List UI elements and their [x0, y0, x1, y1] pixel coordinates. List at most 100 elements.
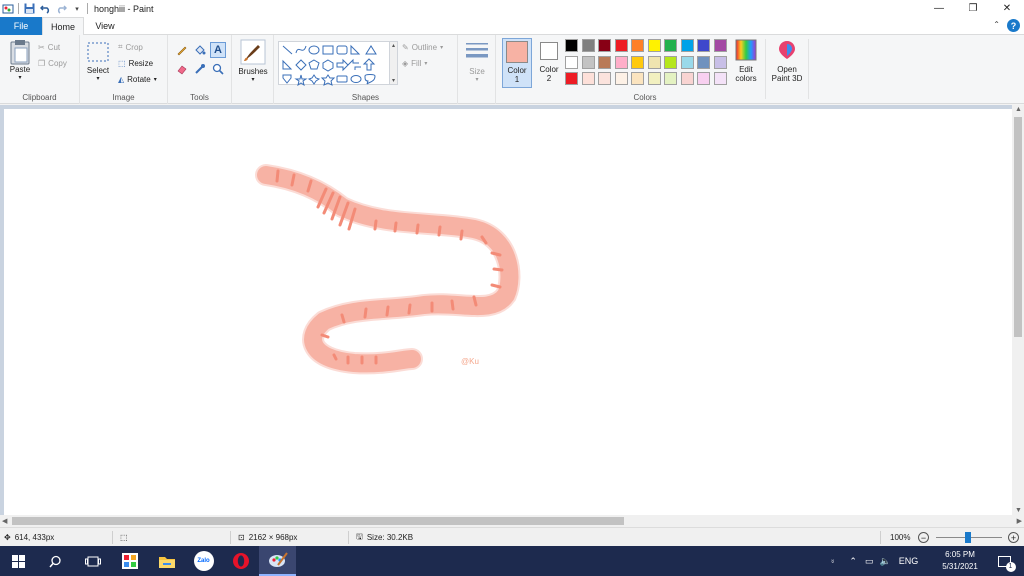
color-picker-icon[interactable] — [194, 63, 206, 75]
paste-button[interactable]: Paste ▾ — [6, 39, 34, 81]
customize-qa-icon[interactable]: ▾ — [71, 3, 83, 15]
color1-number: 1 — [514, 75, 520, 84]
canvas-workspace: @Ku — [0, 105, 1012, 515]
disk-icon: 🖫 — [356, 531, 363, 541]
restore-button[interactable]: ❐ — [956, 0, 990, 17]
worm-segment — [275, 169, 280, 183]
tab-file[interactable]: File — [0, 17, 42, 35]
horizontal-scrollbar[interactable]: ◀ ▶ — [0, 515, 1024, 527]
status-separator — [348, 531, 349, 544]
resize-label: Resize — [128, 58, 154, 68]
brushes-button[interactable]: Brushes ▾ — [234, 39, 272, 83]
color1-label: Color — [507, 66, 527, 75]
zoom-out-button[interactable]: − — [918, 528, 929, 547]
help-icon[interactable]: ? — [1007, 19, 1020, 32]
worm-outline — [255, 164, 521, 375]
taskbar-file-explorer[interactable] — [148, 546, 185, 576]
show-hidden-icons[interactable]: ⌃ — [849, 556, 857, 567]
group-label: Clipboard — [22, 93, 57, 102]
notification-count: 1 — [1005, 561, 1016, 572]
fill-button[interactable]: ◈ Fill ▾ — [402, 56, 427, 70]
zoom-in-icon: + — [1008, 532, 1019, 543]
dimensions-icon: ⊡ — [238, 533, 245, 542]
scroll-left-icon[interactable]: ◀ — [2, 517, 7, 525]
action-center-button[interactable]: 1 — [987, 546, 1021, 576]
outline-button[interactable]: ✎ Outline ▾ — [402, 40, 443, 54]
select-button[interactable]: Select ▾ — [84, 41, 112, 82]
taskbar-zalo[interactable]: Zalo — [185, 546, 222, 576]
crop-button[interactable]: ⌗ Crop — [118, 40, 143, 54]
brush-icon — [240, 39, 266, 65]
title-bar: ▾ honghiii - Paint — ❐ ✕ — [0, 0, 1024, 17]
scroll-down-icon[interactable]: ▼ — [1015, 507, 1022, 514]
text-tool-icon[interactable]: A — [210, 42, 226, 58]
scroll-right-icon[interactable]: ▶ — [1017, 517, 1022, 525]
select-label: Select — [86, 66, 110, 75]
paint-icon — [268, 552, 288, 567]
battery-icon[interactable]: ▭ — [865, 556, 874, 567]
edit-colors-button[interactable]: Edit colors — [728, 39, 764, 83]
zoom-in-button[interactable]: + — [1008, 528, 1019, 547]
brushes-label: Brushes — [238, 67, 268, 76]
taskbar-paint[interactable] — [259, 546, 296, 576]
signature-text: @Ku — [461, 357, 479, 366]
line-size-icon — [466, 43, 488, 58]
resize-button[interactable]: ⬚ Resize — [118, 56, 153, 70]
worm-segment — [450, 299, 455, 311]
eraser-icon[interactable] — [176, 63, 188, 75]
clock-date: 5/31/2021 — [942, 562, 978, 571]
qa-separator — [18, 3, 19, 14]
taskbar-app-grid[interactable] — [111, 546, 148, 576]
people-icon[interactable]: ⍤ — [830, 556, 835, 567]
copy-button[interactable]: ❐ Copy — [38, 56, 67, 70]
start-button[interactable] — [0, 546, 37, 576]
fill-bucket-icon[interactable] — [194, 44, 206, 56]
tab-view[interactable]: View — [86, 17, 124, 35]
task-view-button[interactable] — [74, 546, 111, 576]
language-indicator[interactable]: ENG — [899, 556, 919, 566]
volume-icon[interactable]: 🔈 — [879, 556, 890, 567]
cut-button[interactable]: ✂ Cut — [38, 40, 60, 54]
close-button[interactable]: ✕ — [990, 0, 1024, 17]
paint3d-icon — [779, 41, 795, 59]
tab-home[interactable]: Home — [42, 17, 84, 36]
zoom-slider-thumb[interactable] — [965, 532, 971, 543]
redo-icon[interactable] — [55, 3, 67, 15]
search-button[interactable] — [37, 546, 74, 576]
open-paint3d-button[interactable]: Open Paint 3D — [768, 39, 806, 83]
zalo-logo-text: Zalo — [197, 558, 210, 564]
magnifier-icon[interactable] — [212, 63, 224, 75]
taskbar-opera[interactable] — [222, 546, 259, 576]
selection-size: ⬚ — [120, 528, 128, 547]
divider — [765, 39, 766, 99]
scissors-icon: ✂ — [38, 42, 45, 52]
ribbon-tabs: File Home View ⌃ ? — [0, 17, 1024, 36]
size-button[interactable]: Size ▾ — [462, 39, 492, 83]
shapes-scroll[interactable]: ▴ ▾ — [390, 41, 398, 85]
vertical-scrollbar[interactable]: ▲ ▼ — [1012, 105, 1024, 515]
color2-button[interactable]: Color 2 — [536, 38, 562, 88]
pencil-icon[interactable] — [176, 44, 188, 56]
vertical-scroll-thumb[interactable] — [1014, 117, 1022, 337]
horizontal-scroll-thumb[interactable] — [12, 517, 624, 525]
quick-access-toolbar: ▾ — [0, 0, 88, 17]
rotate-button[interactable]: ◭ Rotate ▾ — [118, 72, 157, 86]
collapse-ribbon-icon[interactable]: ⌃ — [993, 20, 1000, 29]
rotate-label: Rotate — [127, 74, 151, 84]
save-icon[interactable] — [23, 3, 35, 15]
drawing-canvas[interactable]: @Ku — [4, 109, 1012, 515]
worm-segment — [490, 251, 502, 257]
minimize-button[interactable]: — — [922, 0, 956, 17]
worm-segment — [415, 223, 420, 235]
status-separator — [230, 531, 231, 544]
clock[interactable]: 6:05 PM 5/31/2021 — [936, 549, 984, 573]
group-label: Image — [112, 93, 135, 102]
qa-separator — [87, 3, 88, 14]
color1-button[interactable]: Color 1 — [502, 38, 532, 88]
paint-app-icon[interactable] — [2, 3, 14, 15]
task-view-icon — [84, 556, 101, 566]
scroll-up-icon[interactable]: ▲ — [1015, 106, 1022, 113]
shapes-gallery[interactable] — [278, 41, 390, 87]
undo-icon[interactable] — [39, 3, 51, 15]
worm-segment — [407, 303, 412, 315]
